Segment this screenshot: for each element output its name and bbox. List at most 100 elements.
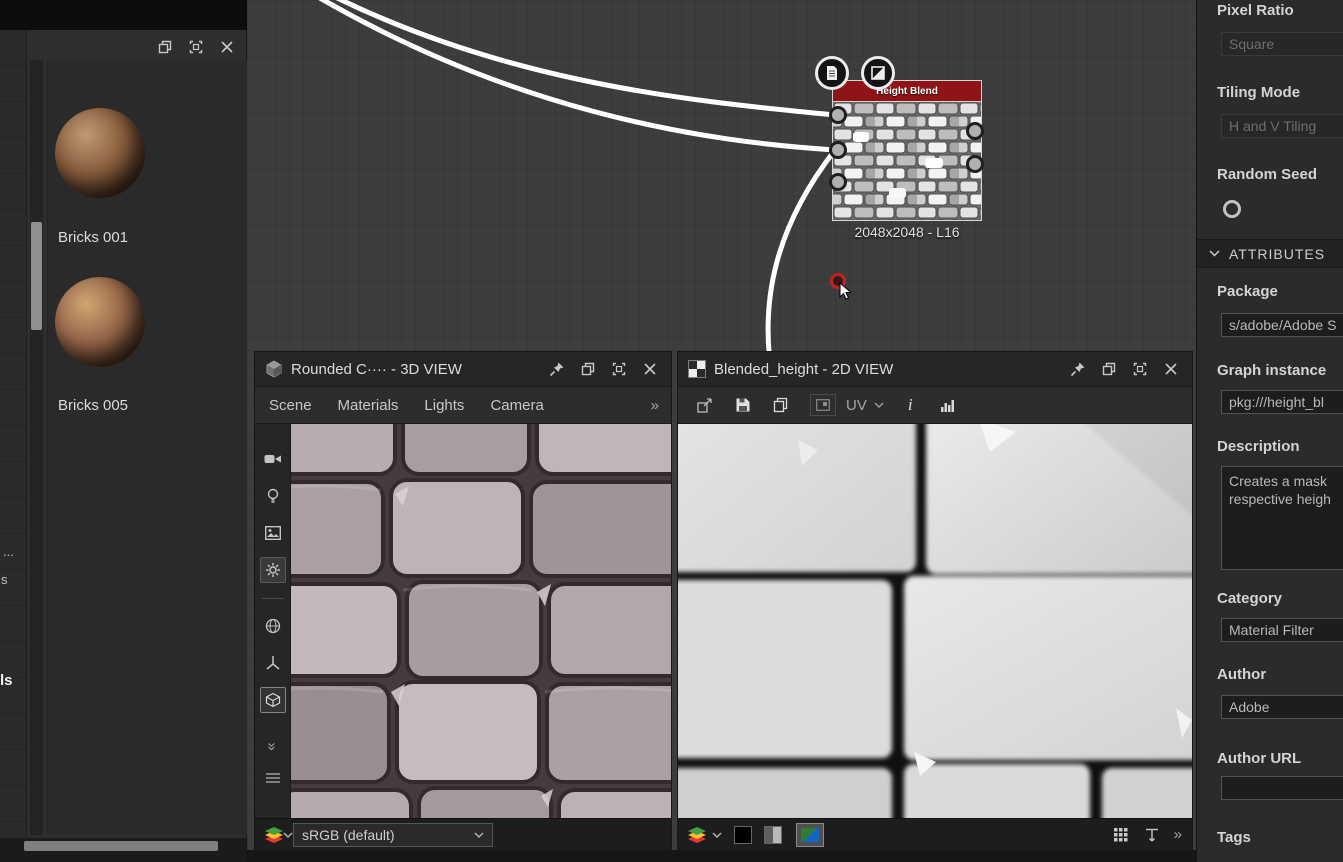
chevron-down-icon (1209, 250, 1220, 257)
node-display-mode-button[interactable] (861, 56, 895, 90)
uv-sphere-icon[interactable] (260, 613, 286, 639)
cube-mesh-icon[interactable] (260, 687, 286, 713)
close-panel-icon[interactable] (639, 358, 661, 380)
document-icon (825, 65, 839, 81)
close-panel-icon[interactable] (216, 36, 238, 58)
properties-panel: Pixel Ratio Square Tiling Mode H and V T… (1196, 0, 1343, 862)
window-bottom-strip (247, 850, 1196, 862)
pin-icon[interactable] (546, 358, 568, 380)
height-map-render (678, 424, 1192, 820)
background-image-icon[interactable] (810, 394, 836, 416)
colorspace-dropdown[interactable]: sRGB (default) (293, 823, 493, 847)
pin-icon[interactable] (1067, 358, 1089, 380)
menubar-overflow-chevrons[interactable]: » (651, 397, 659, 414)
maximize-window-icon[interactable] (608, 358, 630, 380)
description-label: Description (1217, 438, 1300, 455)
section-title: ATTRIBUTES (1229, 246, 1325, 262)
histogram-icon[interactable] (935, 392, 961, 418)
material-thumbnail (55, 277, 145, 367)
node-resolution-label: 2048x2048 - L16 (832, 224, 982, 240)
bottom-overflow-chevrons[interactable]: » (1174, 826, 1182, 843)
author-field[interactable]: Adobe (1221, 695, 1343, 719)
view3d-menubar: Scene Materials Lights Camera » (255, 387, 671, 424)
output-port-2[interactable] (966, 155, 984, 173)
view3d-toolbar: » (255, 424, 291, 820)
attributes-section-header[interactable]: ATTRIBUTES (1197, 239, 1343, 268)
grid-view-icon[interactable] (1114, 828, 1128, 842)
output-port-1[interactable] (966, 122, 984, 140)
material-layers-icon[interactable] (688, 827, 706, 843)
background-black-swatch[interactable] (734, 826, 752, 844)
category-label: Category (1217, 590, 1282, 607)
library-vertical-scrollbar-thumb[interactable] (31, 222, 42, 330)
input-port-2[interactable] (829, 141, 847, 159)
light-bulb-icon[interactable] (260, 483, 286, 509)
info-icon[interactable]: i (908, 395, 913, 415)
edge-label: ... (3, 544, 14, 559)
uv-mode-dropdown[interactable]: UV (846, 397, 884, 414)
library-panel: » ... s ls Bricks 001 Bricks 005 (0, 0, 247, 862)
cube-3d-icon (265, 360, 283, 378)
package-field[interactable]: s/adobe/Adobe S (1221, 313, 1343, 337)
background-gray-swatch[interactable] (764, 826, 782, 844)
restore-window-icon[interactable] (154, 36, 176, 58)
view2d-header: Blended_height - 2D VIEW (678, 352, 1192, 387)
image-thumbnail (801, 828, 819, 842)
view2d-toolbar: UV i (678, 387, 1192, 424)
copy-icon[interactable] (768, 392, 794, 418)
collapsed-column: ... s ls (0, 30, 27, 862)
background-image-swatch[interactable] (796, 823, 824, 847)
maximize-window-icon[interactable] (1129, 358, 1151, 380)
material-layers-icon[interactable] (265, 827, 283, 843)
random-seed-slider[interactable] (1223, 200, 1241, 218)
transform-icon[interactable] (1144, 827, 1160, 843)
node-preview-button[interactable] (815, 56, 849, 90)
toolbar-overflow-chevrons[interactable]: » (264, 742, 281, 750)
chevron-down-icon (474, 832, 484, 838)
save-icon[interactable] (730, 392, 756, 418)
restore-window-icon[interactable] (1098, 358, 1120, 380)
axis-gizmo-icon[interactable] (260, 650, 286, 676)
node-thumbnail (832, 101, 982, 221)
pixel-ratio-label: Pixel Ratio (1217, 2, 1294, 19)
camera-icon[interactable] (260, 446, 286, 472)
graph-instance-label: Graph instance (1217, 362, 1326, 379)
material-thumbnail (55, 108, 145, 198)
chevron-down-icon (874, 402, 884, 408)
tab-materials[interactable]: Materials (338, 397, 399, 414)
library-horizontal-scrollbar-thumb[interactable] (24, 841, 218, 851)
settings-gear-icon[interactable] (260, 557, 286, 583)
export-image-icon[interactable] (692, 392, 718, 418)
view2d-viewport[interactable]: 2048 x 2048 (678, 424, 1192, 820)
pixel-ratio-field: Square (1221, 32, 1343, 56)
chevron-down-icon[interactable] (283, 832, 293, 838)
input-port-1[interactable] (829, 106, 847, 124)
description-field[interactable]: Creates a mask respective heigh (1221, 466, 1343, 570)
list-lines-icon[interactable] (260, 765, 286, 791)
tab-lights[interactable]: Lights (424, 397, 464, 414)
random-seed-label: Random Seed (1217, 166, 1317, 183)
height-blend-node[interactable]: Height Blend (832, 80, 982, 221)
environment-image-icon[interactable] (260, 520, 286, 546)
chevron-down-icon[interactable] (712, 832, 722, 838)
edge-label: ls (0, 672, 13, 689)
library-vertical-scrollbar-track[interactable] (30, 60, 43, 835)
tab-camera[interactable]: Camera (490, 397, 543, 414)
author-url-field[interactable] (1221, 776, 1343, 800)
restore-window-icon[interactable] (577, 358, 599, 380)
library-top-strip (0, 0, 247, 30)
view2d-bottom-bar: » (678, 818, 1192, 850)
library-window-controls (145, 36, 238, 58)
graph-instance-field[interactable]: pkg:///height_bl (1221, 390, 1343, 414)
tiling-mode-field: H and V Tiling (1221, 114, 1343, 138)
input-port-3[interactable] (829, 173, 847, 191)
view3d-viewport[interactable] (291, 424, 671, 820)
maximize-window-icon[interactable] (185, 36, 207, 58)
view3d-bottom-bar: sRGB (default) (255, 818, 671, 850)
close-panel-icon[interactable] (1160, 358, 1182, 380)
tiling-mode-label: Tiling Mode (1217, 84, 1300, 101)
category-field[interactable]: Material Filter (1221, 618, 1343, 642)
tab-scene[interactable]: Scene (269, 397, 312, 414)
view3d-title: Rounded C···· - 3D VIEW (291, 361, 462, 378)
view3d-panel: Rounded C···· - 3D VIEW Scene Materials … (255, 352, 671, 850)
